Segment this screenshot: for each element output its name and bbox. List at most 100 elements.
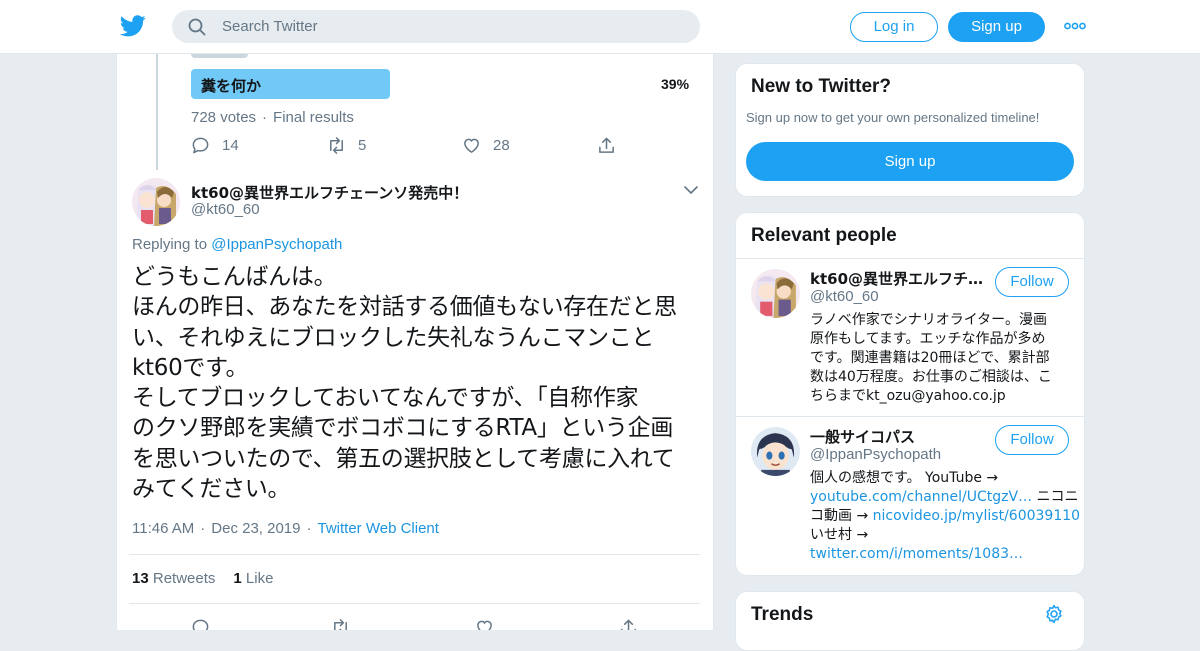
like-action[interactable]: 28 — [462, 136, 510, 155]
avatar-anime-art — [132, 178, 180, 226]
tweet-time[interactable]: 11:46 AM — [132, 520, 194, 537]
person-item[interactable]: 一般サイコパス @IppanPsychopath Follow 個人の感想です。… — [736, 416, 1084, 575]
tweet-date[interactable]: Dec 23, 2019 — [211, 520, 300, 537]
like-count: 28 — [493, 137, 510, 154]
reply-count: 14 — [222, 137, 239, 154]
retweets-label: Retweets — [152, 570, 216, 587]
divider — [129, 554, 700, 555]
divider — [129, 603, 700, 604]
avatar-anime-art — [751, 269, 800, 318]
author-avatar[interactable] — [132, 178, 180, 226]
person-bio: 個人の感想です。 YouTube → youtube.com/channel/U… — [810, 469, 1080, 564]
replying-to-link[interactable]: @IppanPsychopath — [211, 236, 342, 253]
tweet-stats: 13 Retweets 1 Like — [132, 570, 273, 587]
person-avatar[interactable] — [751, 269, 800, 318]
bio-link-moments[interactable]: twitter.com/i/moments/1083… — [810, 546, 1023, 562]
retweet-count: 5 — [358, 137, 367, 154]
tweet-text: どうもこんばんは。 ほんの昨日、あなたを対話する価値もない存在だと思 い、それゆ… — [132, 262, 704, 504]
relevant-people-title: Relevant people — [751, 225, 897, 246]
retweet-action[interactable]: 5 — [327, 136, 366, 155]
new-to-twitter-subtitle: Sign up now to get your own personalized… — [746, 110, 1040, 125]
retweets-stat[interactable]: 13 Retweets — [132, 570, 215, 587]
retweet-action[interactable] — [331, 618, 362, 630]
reply-icon — [192, 137, 209, 154]
likes-stat[interactable]: 1 Like — [233, 570, 273, 587]
reply-icon — [192, 619, 209, 630]
tweet-client-link[interactable]: Twitter Web Client — [318, 520, 439, 537]
new-to-twitter-card: New to Twitter? Sign up now to get your … — [735, 63, 1085, 197]
follow-button[interactable]: Follow — [995, 267, 1069, 297]
poll-votes: 728 votes — [191, 109, 257, 126]
trends-card: Trends — [735, 591, 1085, 651]
likes-count: 1 — [233, 570, 242, 587]
tweet-text-line: kt60です。 — [132, 354, 249, 381]
tweet-meta: 11:46 AM · Dec 23, 2019 · Twitter Web Client — [132, 520, 439, 537]
tweet-text-line: どうもこんばんは。 — [132, 264, 337, 290]
person-handle[interactable]: @IppanPsychopath — [810, 446, 941, 463]
new-to-twitter-title: New to Twitter? — [751, 76, 892, 97]
reply-action[interactable]: 14 — [191, 136, 239, 155]
poll-option-bar-previous — [191, 54, 248, 58]
gear-icon[interactable] — [1044, 604, 1064, 624]
person-name[interactable]: 一般サイコパス — [810, 426, 988, 447]
share-icon — [599, 137, 614, 153]
sidebar-signup-button[interactable]: Sign up — [746, 142, 1074, 181]
bio-line: 数は40万程度。お仕事のご相談は、こ — [810, 369, 1052, 385]
more-options-icon[interactable] — [1064, 20, 1086, 32]
tweet-text-line: そしてブロックしておいてなんですが、「自称作家 — [132, 385, 639, 412]
tweet-text-line: を思いついたので、第五の選択肢として考慮に入れて — [132, 445, 675, 472]
like-action[interactable] — [475, 618, 506, 630]
reply-action[interactable] — [191, 618, 222, 630]
person-bio: ラノベ作家でシナリオライター。漫画 原作もしてます。エッチな作品が多め です。関… — [810, 311, 1072, 406]
heart-icon — [464, 138, 479, 153]
replying-to-prefix: Replying to — [132, 236, 208, 253]
person-avatar[interactable] — [751, 427, 800, 476]
heart-icon — [477, 620, 492, 630]
bio-line: youtube.com/channel/UCtgzV… ニコニ — [810, 488, 1079, 507]
tweet-text-line: のクソ野郎を実績でボコボコにするRTA」という企画 — [132, 415, 674, 442]
tweet-text-line: ほんの昨日、あなたを対話する価値もない存在だと思 — [132, 294, 677, 321]
author-handle[interactable]: @kt60_60 — [191, 201, 260, 218]
poll-status: Final results — [273, 109, 354, 126]
person-name[interactable]: kt60@異世界エルフチェ… — [810, 268, 988, 289]
tweet-text-line: い、それゆえにブロックした失礼なうんこマンこと — [132, 324, 655, 351]
search-icon — [188, 18, 206, 36]
twitter-bird-icon[interactable] — [120, 14, 146, 38]
poll-option-percent: 39% — [661, 76, 690, 92]
bio-line: です。関連書籍は20冊ほどで、累計部 — [810, 350, 1050, 366]
bio-line: twitter.com/i/moments/1083… — [810, 545, 1072, 564]
share-action[interactable] — [597, 136, 628, 155]
thread-connector-line — [156, 54, 158, 170]
poll-meta: 728 votes · Final results — [191, 109, 354, 126]
main-timeline: 糞を何か 39% 728 votes · Final results 14 5 28 — [116, 54, 714, 630]
search-box[interactable] — [172, 10, 700, 43]
share-action[interactable] — [619, 618, 650, 630]
avatar-anime-boy — [751, 427, 800, 476]
signup-button[interactable]: Sign up — [948, 12, 1045, 42]
replying-to: Replying to @IppanPsychopath — [132, 236, 342, 253]
bio-link-nicovideo[interactable]: nicovideo.jp/mylist/60039110 — [873, 508, 1080, 524]
author-name[interactable]: kt60@異世界エルフチェーンソ発売中！ — [191, 182, 468, 203]
tweet-text-line: みてください。 — [132, 476, 291, 503]
login-button[interactable]: Log in — [850, 12, 938, 42]
bio-link-youtube[interactable]: youtube.com/channel/UCtgzV… — [810, 489, 1032, 505]
bio-text: コ動画 → — [810, 508, 873, 524]
tweet-actions — [191, 618, 691, 630]
separator-dot: · — [262, 109, 268, 126]
person-handle[interactable]: @kt60_60 — [810, 288, 879, 305]
bio-line: ちらまでkt_ozu@yahoo.co.jp — [810, 388, 1006, 404]
search-input[interactable] — [222, 10, 682, 43]
trends-title: Trends — [751, 604, 814, 625]
top-bar: Log in Sign up — [0, 0, 1200, 54]
bio-line: コ動画 → nicovideo.jp/mylist/60039110 — [810, 507, 1080, 526]
person-item[interactable]: kt60@異世界エルフチェ… @kt60_60 Follow ラノベ作家でシナリ… — [736, 258, 1084, 416]
chevron-down-icon[interactable] — [683, 184, 699, 196]
bio-line: ラノベ作家でシナリオライター。漫画 — [810, 312, 1048, 328]
follow-button[interactable]: Follow — [995, 425, 1069, 455]
retweet-icon — [334, 619, 347, 630]
separator-dot: · — [200, 520, 206, 537]
likes-label: Like — [245, 570, 274, 587]
bio-line: 原作もしてます。エッチな作品が多め — [810, 331, 1046, 347]
bio-line: 個人の感想です。 YouTube → — [810, 470, 999, 486]
retweet-icon — [330, 137, 343, 154]
